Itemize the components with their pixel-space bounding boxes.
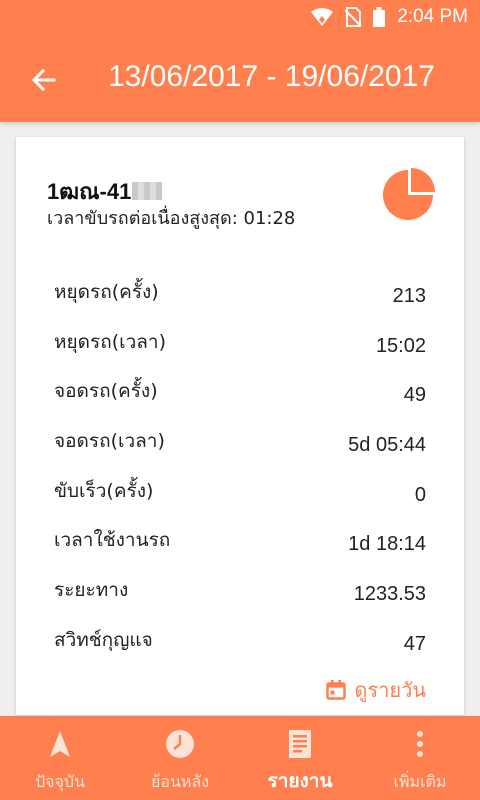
nav-label: ย้อนหลัง: [150, 772, 210, 791]
stat-row-stop-count: หยุดรถ(ครั้ง) 213: [16, 273, 464, 323]
stat-row-stop-time: หยุดรถ(เวลา) 15:02: [16, 323, 464, 373]
stat-value: 213: [392, 285, 426, 307]
stat-label: หยุดรถ(ครั้ง): [54, 281, 159, 303]
stat-row-usage-time: เวลาใช้งานรถ 1d 18:14: [16, 521, 464, 571]
no-sim-icon: [345, 7, 362, 27]
status-icons: 2:04 PM: [311, 6, 468, 28]
navigation-arrow-icon: [50, 731, 70, 757]
max-continuous-drive: เวลาขับรถต่อเนื่องสูงสุด: 01:28: [47, 208, 296, 229]
calendar-icon: [326, 680, 347, 700]
stat-label: ขับเร็ว(ครั้ง): [54, 479, 154, 502]
battery-icon: [373, 7, 386, 27]
stat-value: 5d 05:44: [348, 434, 426, 457]
clock-icon: [166, 730, 194, 758]
stat-row-speeding-count: ขับเร็ว(ครั้ง) 0: [16, 472, 464, 522]
status-time: 2:04 PM: [397, 6, 468, 27]
stat-row-key-switch: สวิทช์กุญแจ 47: [16, 621, 464, 671]
plate-text: 1ฒณ-41: [47, 179, 132, 204]
view-daily-link[interactable]: ดูรายวัน: [326, 674, 426, 706]
nav-report[interactable]: รายงาน: [240, 716, 360, 800]
stat-label: หยุดรถ(เวลา): [54, 330, 167, 353]
stat-value: 47: [403, 632, 426, 655]
stat-label: จอดรถ(เวลา): [54, 430, 165, 453]
stat-value: 1d 18:14: [348, 533, 426, 556]
nav-history[interactable]: ย้อนหลัง: [120, 716, 240, 800]
stat-label: เวลาใช้งานรถ: [54, 529, 171, 552]
page-title: 13/06/2017 - 19/06/2017: [108, 60, 435, 93]
status-bar: 2:04 PM: [0, 0, 480, 36]
pie-chart-icon[interactable]: [381, 168, 435, 222]
stat-value: 1233.53: [353, 583, 426, 606]
app-bar: 13/06/2017 - 19/06/2017: [0, 36, 480, 122]
arrow-left-icon[interactable]: [28, 64, 60, 96]
stats-list: หยุดรถ(ครั้ง) 213 หยุดรถ(เวลา) 15:02 จอด…: [16, 273, 464, 671]
stat-label: สวิทช์กุญแจ: [54, 628, 153, 651]
stat-label: จอดรถ(ครั้ง): [54, 380, 158, 403]
summary-card: 1ฒณ-41 เวลาขับรถต่อเนื่องสูงสุด: 01:28 ห…: [16, 137, 464, 715]
nav-current[interactable]: ปัจจุบัน: [0, 716, 120, 800]
stat-row-park-time: จอดรถ(เวลา) 5d 05:44: [16, 422, 464, 472]
nav-label: เพิ่มเติม: [393, 772, 447, 791]
stat-row-distance: ระยะทาง 1233.53: [16, 571, 464, 621]
stat-value: 15:02: [375, 334, 426, 357]
report-icon: [289, 730, 311, 758]
more-vertical-icon: [417, 731, 423, 757]
plate-blur: [132, 182, 163, 200]
stat-row-park-count: จอดรถ(ครั้ง) 49: [16, 372, 464, 422]
wifi-icon: [311, 8, 334, 26]
bottom-nav: ปัจจุบัน ย้อนหลัง รายงาน เพิ่มเติม: [0, 716, 480, 800]
stat-value: 0: [414, 483, 426, 506]
nav-label: รายงาน: [267, 770, 333, 792]
nav-more[interactable]: เพิ่มเติม: [360, 716, 480, 800]
stat-label: ระยะทาง: [54, 579, 129, 602]
nav-label: ปัจจุบัน: [35, 772, 85, 791]
stat-value: 49: [403, 384, 426, 407]
view-daily-label: ดูรายวัน: [354, 678, 426, 702]
